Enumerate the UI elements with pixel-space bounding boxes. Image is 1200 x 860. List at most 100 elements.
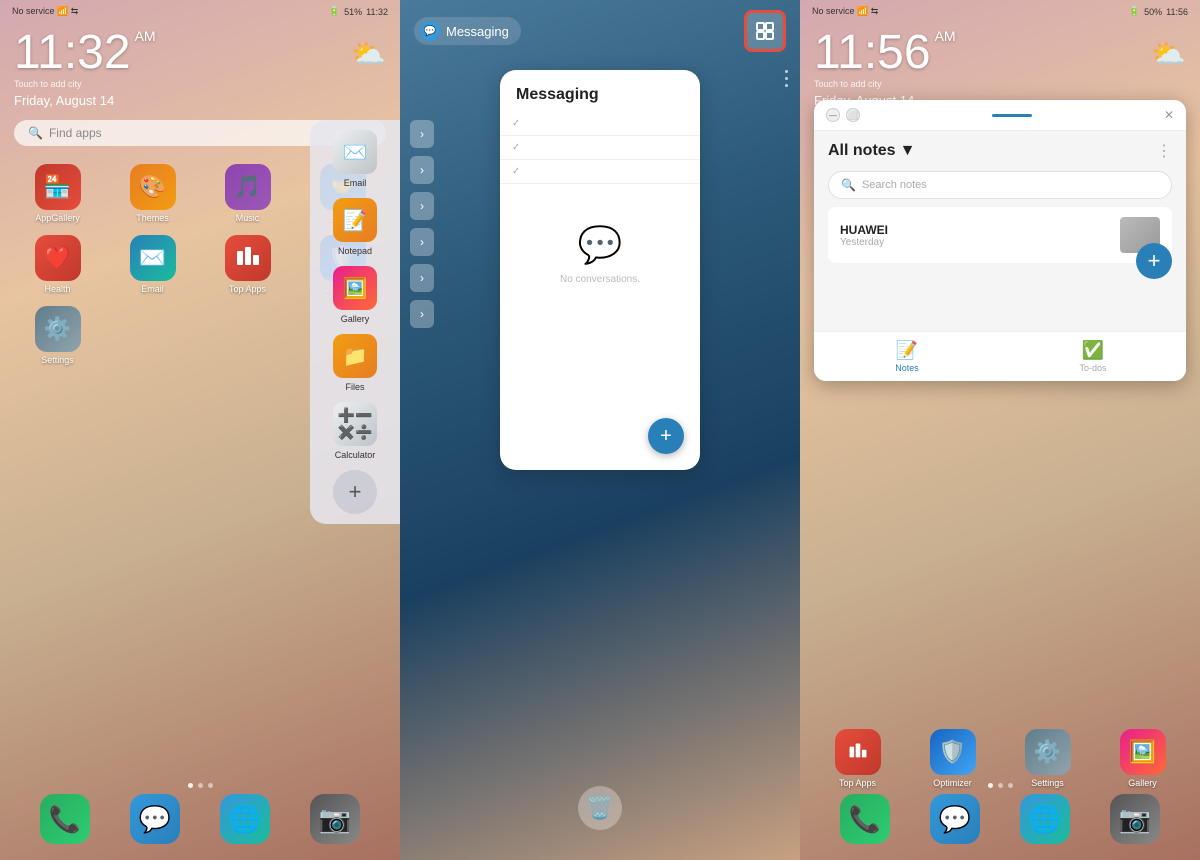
sidebar-panel: ✉️ Email 📝 Notepad 🖼️ Gallery 📁 Files ➕➖… bbox=[310, 120, 400, 524]
notes-item-huawei[interactable]: HUAWEI Yesterday bbox=[828, 207, 1172, 263]
messaging-card-header: Messaging bbox=[500, 70, 700, 112]
panel2-dot-2 bbox=[785, 77, 788, 80]
notes-tab-todos[interactable]: ✅ To-dos bbox=[1000, 332, 1186, 381]
dock-messages-3[interactable]: 💬 bbox=[930, 794, 980, 844]
sidebar-item-notepad[interactable]: 📝 Notepad bbox=[318, 198, 392, 256]
notes-close-button[interactable]: ✕ bbox=[1164, 108, 1174, 122]
panel-recent-apps: 💬 Messaging › › › › › › bbox=[400, 0, 800, 860]
clock-left-3: 11:56AM Touch to add city Friday, August… bbox=[814, 29, 956, 108]
notes-bottom-bar: 📝 Notes ✅ To-dos bbox=[814, 331, 1186, 381]
app-music[interactable]: 🎵 Music bbox=[204, 164, 291, 223]
app-health[interactable]: ❤️ Health bbox=[14, 235, 101, 294]
messaging-empty: 💬 No conversations. bbox=[500, 184, 700, 325]
p3-app-gallery[interactable]: 🖼️ Gallery bbox=[1120, 729, 1166, 788]
notes-overlay: — ⬜ ✕ All notes ▼ ⋮ 🔍 Search notes HUAWE… bbox=[814, 100, 1186, 381]
dock-phone[interactable]: 📞 bbox=[40, 794, 90, 844]
panel2-card-wrap: Messaging ✓ ✓ ✓ 💬 No conversations. + bbox=[400, 70, 800, 470]
sidebar-item-email[interactable]: ✉️ Email bbox=[318, 130, 392, 188]
app-topapps[interactable]: Top Apps bbox=[204, 235, 291, 294]
app-icon-health: ❤️ bbox=[35, 235, 81, 281]
app-icon-email: ✉️ bbox=[130, 235, 176, 281]
status-battery-3: 50% bbox=[1144, 7, 1162, 17]
app-label-health: Health bbox=[44, 284, 70, 294]
page-dot-0 bbox=[188, 783, 193, 788]
sidebar-icon-notepad: 📝 bbox=[333, 198, 377, 242]
notes-header: All notes ▼ ⋮ bbox=[814, 131, 1186, 171]
notes-tab-notes[interactable]: 📝 Notes bbox=[814, 332, 1000, 381]
clock-time-1: 11:32AM bbox=[14, 29, 156, 77]
msg-list-item-3: ✓ bbox=[500, 160, 700, 184]
status-right-1: 🔋 51% 11:32 bbox=[329, 6, 388, 17]
app-settings[interactable]: ⚙️ Settings bbox=[14, 306, 101, 365]
status-right-3: 🔋 50% 11:56 bbox=[1129, 6, 1188, 17]
trash-container: 🗑️ bbox=[400, 786, 800, 830]
sidebar-item-files[interactable]: 📁 Files bbox=[318, 334, 392, 392]
app-label-settings: Settings bbox=[41, 355, 74, 365]
dock-browser-3[interactable]: 🌐 bbox=[1020, 794, 1070, 844]
page-dot-3-2 bbox=[1008, 783, 1013, 788]
notes-tab-notes-label: Notes bbox=[895, 363, 919, 373]
sidebar-label-email: Email bbox=[344, 178, 367, 188]
panel2-dot-3 bbox=[785, 84, 788, 87]
messaging-fab[interactable]: + bbox=[648, 418, 684, 454]
status-battery-icon-3: 🔋 bbox=[1129, 6, 1140, 17]
app-appgallery[interactable]: 🏪 AppGallery bbox=[14, 164, 101, 223]
messaging-empty-text: No conversations. bbox=[560, 274, 640, 285]
notes-fullscreen-btn[interactable]: ⬜ bbox=[846, 108, 860, 122]
notes-menu-icon[interactable]: ⋮ bbox=[1156, 141, 1172, 161]
page-dot-3-0 bbox=[988, 783, 993, 788]
clock-area-3: 11:56AM Touch to add city Friday, August… bbox=[800, 21, 1200, 112]
panel2-dots[interactable] bbox=[785, 70, 788, 87]
weather-icon-1: ⛅ bbox=[351, 37, 386, 70]
clock-subtitle-1: Touch to add city bbox=[14, 79, 156, 89]
sidebar-add-button[interactable]: + bbox=[333, 470, 377, 514]
notes-minimize-btn[interactable]: — bbox=[826, 108, 840, 122]
dock-camera[interactable]: 📷 bbox=[310, 794, 360, 844]
clock-left-1: 11:32AM Touch to add city Friday, August… bbox=[14, 29, 156, 108]
panel-notes: No service 📶 ⇆ 🔋 50% 11:56 11:56AM Touch… bbox=[800, 0, 1200, 860]
search-icon-1: 🔍 bbox=[28, 126, 43, 140]
status-battery-1: 51% bbox=[344, 7, 362, 17]
sidebar-item-gallery[interactable]: 🖼️ Gallery bbox=[318, 266, 392, 324]
panel-home: No service 📶 ⇆ 🔋 51% 11:32 11:32AM Touch… bbox=[0, 0, 400, 860]
recent-app-label: 💬 Messaging bbox=[414, 17, 521, 45]
notes-fab-button[interactable]: + bbox=[1136, 243, 1172, 279]
status-bar-1: No service 📶 ⇆ 🔋 51% 11:32 bbox=[0, 0, 400, 21]
app-themes[interactable]: 🎨 Themes bbox=[109, 164, 196, 223]
page-dots-3 bbox=[800, 783, 1200, 788]
search-placeholder-1: Find apps bbox=[49, 126, 102, 140]
sidebar-icon-gallery: 🖼️ bbox=[333, 266, 377, 310]
app-email[interactable]: ✉️ Email bbox=[109, 235, 196, 294]
sidebar-item-calculator[interactable]: ➕➖✖️➗ Calculator bbox=[318, 402, 392, 460]
notes-search[interactable]: 🔍 Search notes bbox=[828, 171, 1172, 199]
fullscreen-button[interactable] bbox=[744, 10, 786, 52]
p3-icon-settings: ⚙️ bbox=[1025, 729, 1071, 775]
notes-item-title: HUAWEI bbox=[840, 223, 888, 237]
dock-browser[interactable]: 🌐 bbox=[220, 794, 270, 844]
dock-1: 📞 💬 🌐 📷 bbox=[0, 794, 400, 844]
dock-3: 📞 💬 🌐 📷 bbox=[800, 794, 1200, 844]
msg-check-2: ✓ bbox=[512, 142, 520, 153]
notes-search-icon: 🔍 bbox=[841, 178, 856, 192]
dock-phone-3[interactable]: 📞 bbox=[840, 794, 890, 844]
clock-area-1: 11:32AM Touch to add city Friday, August… bbox=[0, 21, 400, 112]
app-icon-settings: ⚙️ bbox=[35, 306, 81, 352]
notes-dropdown-icon: ▼ bbox=[900, 142, 916, 160]
status-signal-3: No service 📶 ⇆ bbox=[812, 6, 878, 17]
p3-app-settings[interactable]: ⚙️ Settings bbox=[1025, 729, 1071, 788]
notes-tab-todos-icon: ✅ bbox=[1082, 340, 1104, 361]
dock-camera-3[interactable]: 📷 bbox=[1110, 794, 1160, 844]
msg-list-item-2: ✓ bbox=[500, 136, 700, 160]
recent-app-name: Messaging bbox=[446, 24, 509, 39]
app-icon-themes: 🎨 bbox=[130, 164, 176, 210]
sidebar-icon-calculator: ➕➖✖️➗ bbox=[333, 402, 377, 446]
p3-app-optimizer[interactable]: 🛡️ Optimizer bbox=[930, 729, 976, 788]
dock-messages[interactable]: 💬 bbox=[130, 794, 180, 844]
app-label-appgallery: AppGallery bbox=[35, 213, 80, 223]
app-icon-music: 🎵 bbox=[225, 164, 271, 210]
p3-app-topapps[interactable]: Top Apps bbox=[835, 729, 881, 788]
notes-tab-notes-icon: 📝 bbox=[896, 340, 918, 361]
sidebar-label-files: Files bbox=[345, 382, 364, 392]
status-bar-3: No service 📶 ⇆ 🔋 50% 11:56 bbox=[800, 0, 1200, 21]
messaging-card: Messaging ✓ ✓ ✓ 💬 No conversations. + bbox=[500, 70, 700, 470]
